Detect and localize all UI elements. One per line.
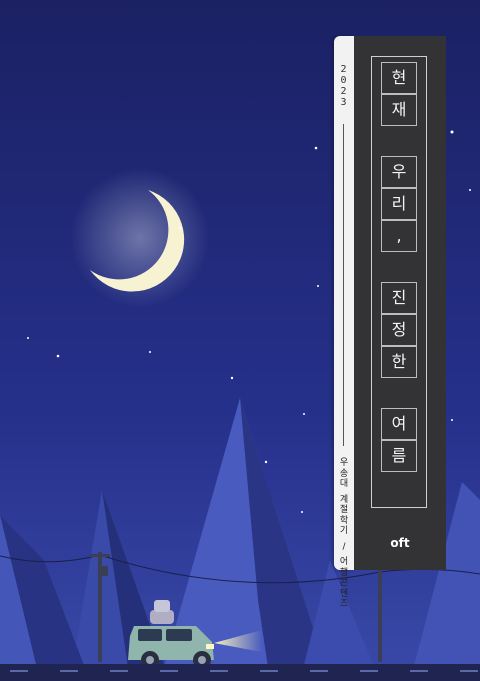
program-label: 우 송 대 계 절 학 기 / 어 행 콘 텐 츠 (339, 458, 349, 609)
book-spine: 2 0 2 3 우 송 대 계 절 학 기 / 어 행 콘 텐 츠 (334, 36, 354, 609)
title-gap (381, 126, 417, 156)
road (0, 664, 480, 681)
year-label: 2 0 2 3 (340, 64, 348, 108)
title-char: 리 (381, 188, 417, 220)
title-char: 진 (381, 282, 417, 314)
utility-pole (378, 570, 382, 662)
title-char: 정 (381, 314, 417, 346)
title-char: 현 (381, 62, 417, 94)
page-title: 현 재 우 리 , 진 정 한 여 름 (381, 62, 417, 472)
title-char: , (381, 220, 417, 252)
title-char: 한 (381, 346, 417, 378)
title-char: 재 (381, 94, 417, 126)
title-frame: 현 재 우 리 , 진 정 한 여 름 (371, 56, 427, 508)
publisher-logo-icon: oft (390, 536, 410, 550)
title-char: 우 (381, 156, 417, 188)
title-gap (381, 378, 417, 408)
spine-divider (343, 124, 344, 446)
title-gap (381, 252, 417, 282)
title-char: 여 (381, 408, 417, 440)
title-char: 름 (381, 440, 417, 472)
cover-panel: 현 재 우 리 , 진 정 한 여 름 oft (354, 36, 446, 570)
